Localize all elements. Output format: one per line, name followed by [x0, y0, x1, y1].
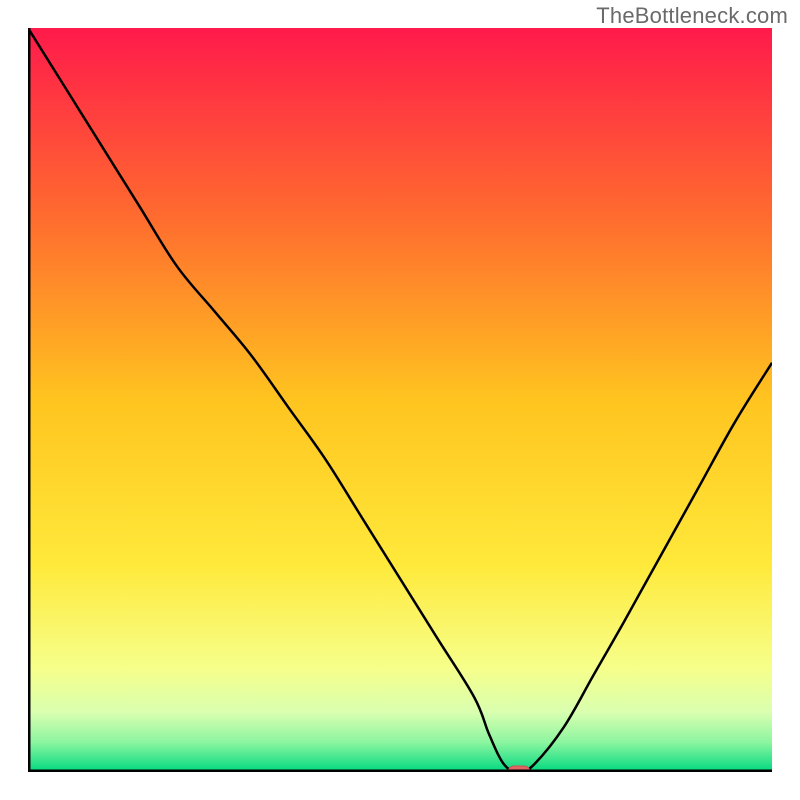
chart-svg	[28, 28, 772, 772]
watermark-text: TheBottleneck.com	[596, 3, 788, 29]
gradient-background	[28, 28, 772, 772]
plot-area	[28, 28, 772, 772]
chart-root: TheBottleneck.com	[0, 0, 800, 800]
